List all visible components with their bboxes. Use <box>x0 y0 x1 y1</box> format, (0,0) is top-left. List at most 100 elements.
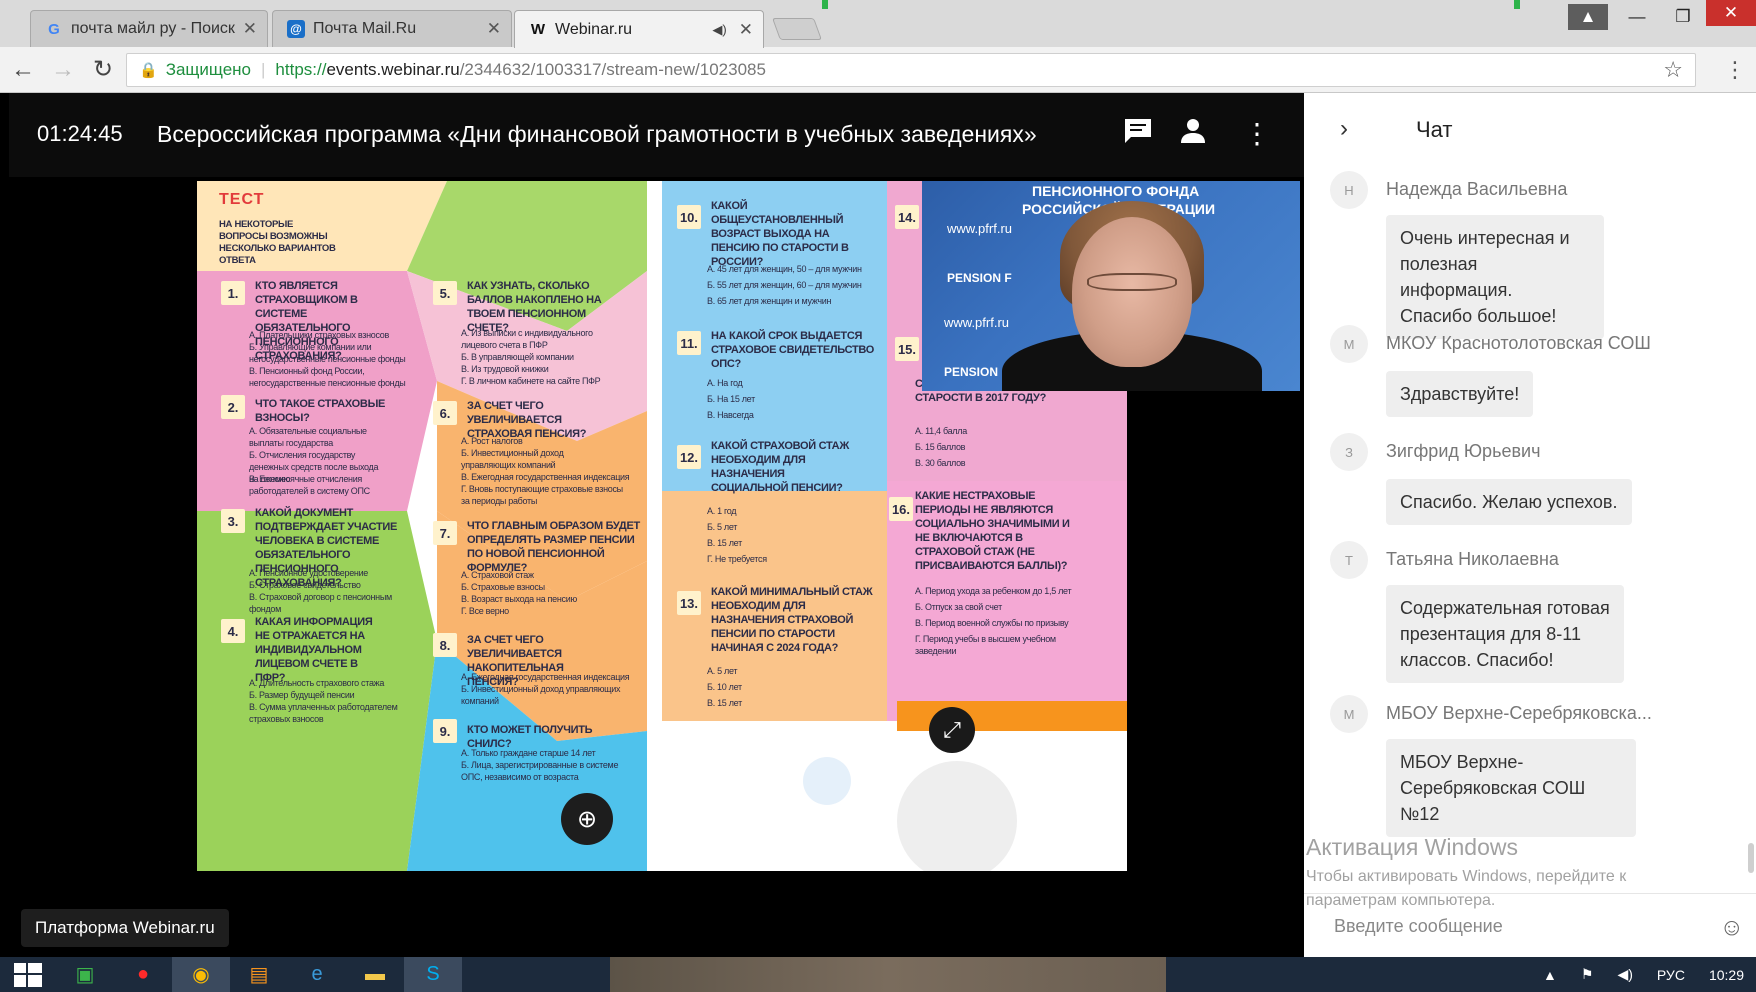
minimize-button[interactable]: — <box>1614 0 1660 34</box>
question-number: 11. <box>677 331 701 355</box>
app-icon[interactable]: ▤ <box>230 957 288 992</box>
message-bubble: Содержательная готовая презентация для 8… <box>1386 585 1624 683</box>
chevron-right-icon[interactable]: › <box>1340 115 1348 143</box>
answer: В. 65 лет для женщин и мужчин <box>707 296 832 306</box>
question-number: 10. <box>677 205 701 229</box>
fullscreen-icon[interactable]: ⤢ <box>929 707 975 753</box>
green-marker <box>822 0 828 9</box>
tab-google-search[interactable]: G почта майл ру - Поиск в ✕ <box>30 10 268 47</box>
avatar: Т <box>1330 541 1368 579</box>
new-tab-button[interactable] <box>771 18 823 40</box>
answer: А. Длительность страхового стажа <box>249 678 385 688</box>
answer: А. 1 год <box>707 506 737 516</box>
close-icon[interactable]: ✕ <box>739 20 753 40</box>
system-tray: ▲ ⚑ ◀) РУС 10:29 <box>1531 957 1756 992</box>
chat-scrollbar[interactable] <box>1748 843 1754 873</box>
avatar: З <box>1330 433 1368 471</box>
user-icon[interactable]: ▲ <box>1568 4 1608 30</box>
close-icon[interactable]: ✕ <box>243 19 257 39</box>
message-line: Спасибо. Желаю успехов. <box>1400 492 1618 512</box>
back-button[interactable]: ← <box>6 56 40 84</box>
message-author: МБОУ Верхне-Серебряковска... <box>1386 703 1652 723</box>
message-line: Серебряковская СОШ №12 <box>1400 778 1586 824</box>
folder-icon[interactable]: ▬ <box>346 957 404 992</box>
cam-banner-text: www.pfrf.ru <box>947 221 1013 236</box>
answer: Б. Размер будущей пенсии <box>249 690 355 700</box>
webinar-title: Всероссийская программа «Дни финансовой … <box>157 121 1037 147</box>
tray-arrow-icon[interactable]: ▲ <box>1543 967 1557 983</box>
restore-button[interactable]: ❐ <box>1660 0 1706 34</box>
tab-webinar[interactable]: W Webinar.ru ◀) ✕ <box>514 10 764 48</box>
answer: А. 45 лет для женщин, 50 – для мужчин <box>707 264 862 274</box>
zoom-in-icon[interactable]: ⊕ <box>561 793 613 845</box>
presenter-webcam: ПЕНСИОННОГО ФОНДА РОССИЙСКОЙ ФЕДЕРАЦИИ w… <box>922 181 1300 391</box>
emoji-icon[interactable]: ☺ <box>1719 914 1744 942</box>
opera-icon[interactable]: ● <box>114 957 172 992</box>
platform-label[interactable]: Платформа Webinar.ru <box>21 909 229 947</box>
question-number: 9. <box>433 719 457 743</box>
bookmark-star-icon[interactable]: ☆ <box>1663 57 1683 83</box>
answer: В. Ежемесячные отчисления работодателей … <box>249 474 370 496</box>
reload-button[interactable]: ↻ <box>86 55 120 84</box>
answer: В. Пенсионный фонд России, негосударстве… <box>249 366 406 388</box>
question-text: КАКОЙ ОБЩЕУСТАНОВЛЕННЫЙ ВОЗРАСТ ВЫХОДА Н… <box>711 200 849 268</box>
answer: В. Из трудовой книжки <box>461 364 549 374</box>
answer: Б. Отпуск за свой счет <box>915 602 1002 612</box>
close-icon[interactable]: ✕ <box>487 19 501 39</box>
question-number: 8. <box>433 633 457 657</box>
language-indicator[interactable]: РУС <box>1657 967 1685 983</box>
ie-icon[interactable]: e <box>288 957 346 992</box>
answer: Г. Не требуется <box>707 554 767 564</box>
message-line: презентация для 8-11 <box>1400 624 1581 644</box>
answer: Г. Вновь поступающие страховые взносы за… <box>461 484 623 506</box>
answer: В. 15 лет <box>707 698 742 708</box>
forward-button[interactable]: → <box>46 56 80 84</box>
skype-icon[interactable]: S <box>404 957 462 992</box>
message-bubble: МБОУ Верхне- Серебряковская СОШ №12 <box>1386 739 1636 837</box>
answer: Б. Страховое свидетельство <box>249 580 361 590</box>
question-number: 12. <box>677 445 701 469</box>
chat-toggle-icon[interactable] <box>1123 117 1153 152</box>
avatar: Н <box>1330 171 1368 209</box>
message-bubble: Спасибо. Желаю успехов. <box>1386 479 1632 525</box>
answer: Б. На 15 лет <box>707 394 755 404</box>
mailru-icon: @ <box>287 20 305 38</box>
google-icon: G <box>48 20 60 38</box>
question-number: 1. <box>221 281 245 305</box>
message-line: МБОУ Верхне- <box>1400 752 1524 772</box>
tab-mailru[interactable]: @ Почта Mail.Ru ✕ <box>272 10 512 47</box>
chat-input[interactable]: Введите сообщение ☺ <box>1304 893 1756 957</box>
browser-menu-icon[interactable]: ⋮ <box>1724 57 1746 83</box>
address-bar[interactable]: 🔒 Защищено | https:// events.webinar.ru … <box>126 53 1696 87</box>
slide-test-title: ТЕСТ <box>219 191 265 208</box>
speaker-icon[interactable]: ◀) <box>712 22 726 38</box>
more-options-icon[interactable]: ⋮ <box>1243 117 1271 150</box>
browser-toolbar: ← → ↻ 🔒 Защищено | https:// events.webin… <box>0 47 1756 93</box>
lock-icon: 🔒 <box>139 62 158 79</box>
answer: Б. 5 лет <box>707 522 738 532</box>
question-text: КАКИЕ НЕСТРАХОВЫЕ ПЕРИОДЫ НЕ ЯВЛЯЮТСЯ СО… <box>915 490 1070 572</box>
answer: В. Возраст выхода на пенсию <box>461 594 577 604</box>
close-window-button[interactable]: ✕ <box>1706 0 1756 26</box>
participants-icon[interactable] <box>1181 117 1205 152</box>
store-icon[interactable]: ▣ <box>56 957 114 992</box>
chat-panel: › Чат Н Надежда Васильевна Очень интерес… <box>1304 93 1756 957</box>
clock[interactable]: 10:29 <box>1709 967 1744 983</box>
browser-tabbar: G почта майл ру - Поиск в ✕ @ Почта Mail… <box>0 0 1756 48</box>
chat-title: Чат <box>1416 117 1453 142</box>
windows-start-icon[interactable] <box>0 957 56 992</box>
question-number: 3. <box>221 509 245 533</box>
webinar-w-icon: W <box>530 21 546 38</box>
chrome-icon[interactable]: ◉ <box>172 957 230 992</box>
volume-icon[interactable]: ◀) <box>1617 966 1632 983</box>
question-text: ЧТО ГЛАВНЫМ ОБРАЗОМ БУДЕТ ОПРЕДЕЛЯТЬ РАЗ… <box>467 520 640 574</box>
presenter-glasses <box>1087 273 1177 291</box>
message-bubble: Здравствуйте! <box>1386 371 1534 417</box>
answer: Б. Инвестиционный доход управляющих комп… <box>461 684 621 706</box>
webinar-header: 01:24:45 Всероссийская программа «Дни фи… <box>9 93 1304 177</box>
message-line: Содержательная готовая <box>1400 598 1610 618</box>
answer: А. Страховой стаж <box>461 570 534 580</box>
question-text: КАКОЙ СТРАХОВОЙ СТАЖ НЕОБХОДИМ ДЛЯ НАЗНА… <box>711 440 849 494</box>
message-line: Здравствуйте! <box>1400 384 1520 404</box>
flag-icon[interactable]: ⚑ <box>1581 966 1594 983</box>
